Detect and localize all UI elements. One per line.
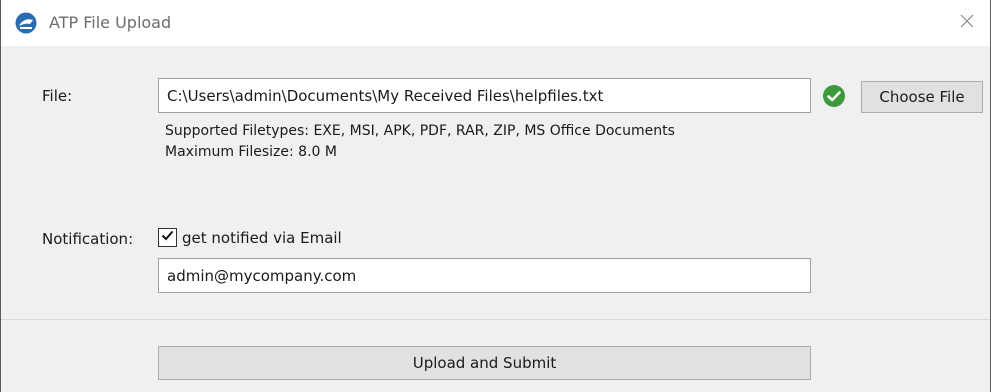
upload-submit-button[interactable]: Upload and Submit — [158, 346, 811, 380]
email-notify-label[interactable]: get notified via Email — [182, 229, 342, 247]
file-path-input[interactable] — [158, 78, 811, 113]
close-icon — [959, 13, 975, 33]
email-notify-checkbox[interactable] — [158, 228, 177, 247]
title-bar: ATP File Upload — [1, 0, 990, 46]
atp-upload-window: ATP File Upload File: Choose File Suppor… — [0, 0, 991, 392]
notification-label: Notification: — [42, 230, 134, 248]
close-button[interactable] — [944, 0, 990, 46]
checkmark-icon — [160, 228, 175, 247]
email-input[interactable] — [158, 258, 811, 293]
max-filesize-text: Maximum Filesize: 8.0 M — [165, 144, 337, 160]
file-label: File: — [42, 87, 73, 105]
atp-app-icon — [15, 12, 37, 34]
supported-filetypes-text: Supported Filetypes: EXE, MSI, APK, PDF,… — [165, 123, 675, 139]
check-circle-icon — [822, 84, 846, 108]
window-title: ATP File Upload — [49, 13, 172, 32]
choose-file-button[interactable]: Choose File — [861, 81, 983, 113]
